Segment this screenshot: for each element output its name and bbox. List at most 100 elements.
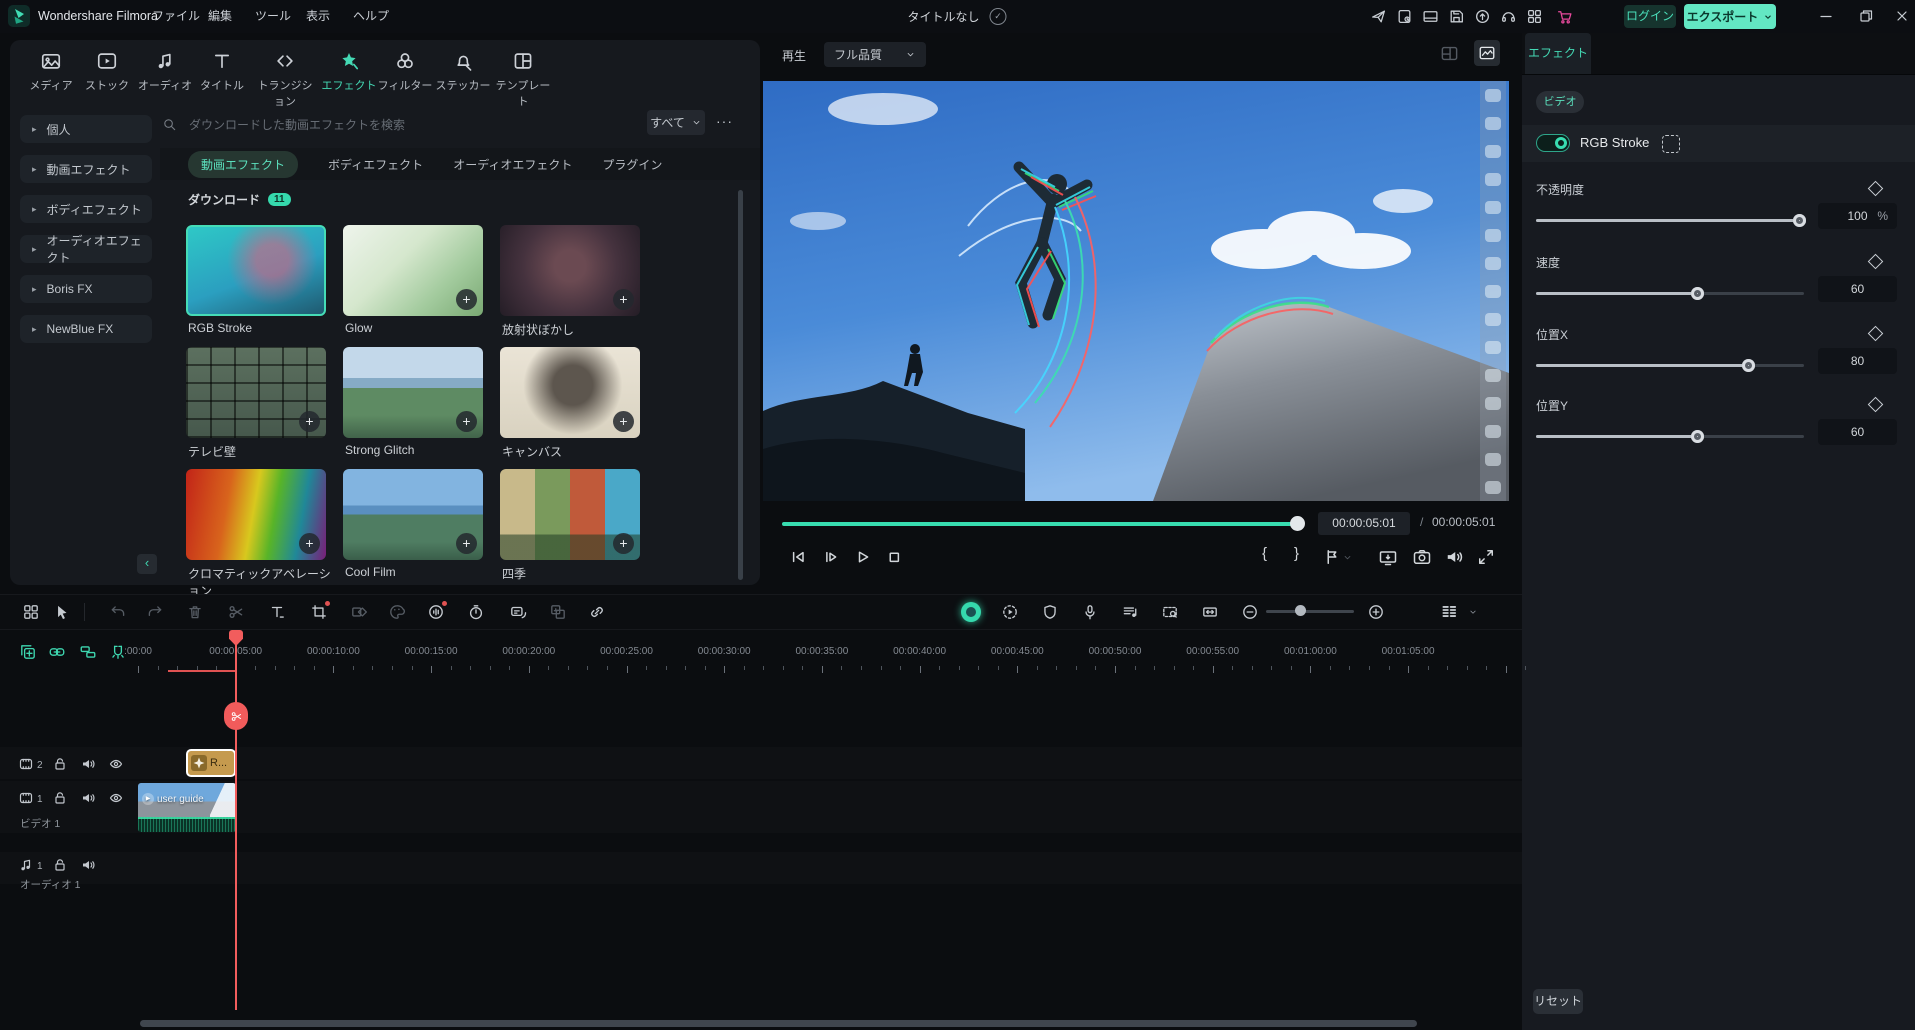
play-from-start-button[interactable] <box>820 547 840 567</box>
current-timecode[interactable]: 00:00:05:01 <box>1318 512 1410 535</box>
tab-effects[interactable]: エフェクト <box>317 50 381 93</box>
login-button[interactable]: ログイン <box>1624 5 1676 28</box>
effect-enable-toggle[interactable] <box>1536 134 1570 152</box>
timeline-zoom-handle[interactable] <box>1295 605 1306 616</box>
tab-transition[interactable]: トランジション <box>253 50 317 109</box>
record-voiceover-icon[interactable] <box>1081 603 1099 621</box>
position-y-slider[interactable] <box>1536 430 1804 443</box>
menu-view[interactable]: 表示 <box>294 0 342 33</box>
add-effect-button[interactable]: + <box>299 533 320 554</box>
lock-icon[interactable] <box>52 857 68 873</box>
search-bar[interactable] <box>162 112 632 137</box>
close-button[interactable] <box>1894 8 1910 24</box>
previous-frame-button[interactable] <box>788 547 808 567</box>
marker-flag-button[interactable] <box>1322 547 1342 567</box>
playhead-handle[interactable] <box>229 630 243 646</box>
upload-icon[interactable] <box>1474 8 1491 25</box>
category-body-effects[interactable]: ボディエフェクト <box>328 156 423 173</box>
lock-icon[interactable] <box>52 790 68 806</box>
search-input[interactable] <box>187 117 571 133</box>
apps-grid-icon[interactable] <box>1526 8 1543 25</box>
sidebar-item-borisfx[interactable]: ▸ Boris FX <box>20 275 152 303</box>
split-scissors-icon[interactable] <box>227 603 245 621</box>
delete-icon[interactable] <box>186 603 204 621</box>
support-headset-icon[interactable] <box>1500 8 1517 25</box>
visibility-eye-icon[interactable] <box>108 756 124 772</box>
quality-dropdown[interactable]: フル品質 <box>824 42 926 67</box>
track-manager-icon[interactable] <box>1440 603 1458 621</box>
frame-preview-icon[interactable] <box>1161 603 1179 621</box>
add-effect-button[interactable]: + <box>613 289 634 310</box>
media-type-pill[interactable]: ビデオ <box>1536 91 1584 113</box>
keyframe-diamond-icon[interactable] <box>1868 397 1884 413</box>
timeline-horizontal-scrollbar[interactable] <box>140 1020 1417 1027</box>
opacity-value[interactable]: 100% <box>1818 203 1897 229</box>
render-preview-toggle[interactable] <box>961 602 981 622</box>
export-button[interactable]: エクスポート <box>1684 4 1776 29</box>
collapse-sidebar-button[interactable]: ‹ <box>137 554 157 574</box>
beat-detection-icon[interactable] <box>1121 603 1139 621</box>
keyframe-diamond-icon[interactable] <box>1868 326 1884 342</box>
filter-dropdown[interactable]: すべて <box>647 110 705 135</box>
link-tool-icon[interactable] <box>588 603 606 621</box>
video-clip[interactable]: ▶ user guide <box>138 783 236 832</box>
mute-speaker-icon[interactable] <box>80 857 96 873</box>
sidebar-item-body-effects[interactable]: ▸ ボディエフェクト <box>20 195 152 223</box>
cart-icon[interactable] <box>1556 8 1573 25</box>
tab-templates[interactable]: テンプレート <box>491 50 555 109</box>
marquee-select-icon[interactable] <box>1662 135 1680 153</box>
more-options-button[interactable]: ··· <box>716 110 733 135</box>
effect-tile-cool-film[interactable]: + <box>343 469 483 560</box>
tab-effect-properties[interactable]: エフェクト <box>1525 33 1591 74</box>
tab-stock[interactable]: ストック <box>75 50 139 93</box>
timeline[interactable]: :00:0000:00:05:0000:00:10:0000:00:15:000… <box>0 630 1522 1030</box>
playhead-line[interactable] <box>235 634 237 1010</box>
tab-filters[interactable]: フィルター <box>373 50 437 93</box>
share-icon[interactable] <box>1370 8 1387 25</box>
effect-tile-four-seasons[interactable]: + <box>500 469 640 560</box>
reset-button[interactable]: リセット <box>1533 989 1583 1014</box>
fullscreen-button[interactable] <box>1476 547 1496 567</box>
add-effect-button[interactable]: + <box>456 411 477 432</box>
add-effect-button[interactable]: + <box>613 533 634 554</box>
timeline-zoom-slider[interactable] <box>1266 610 1354 613</box>
position-y-value[interactable]: 60 <box>1818 419 1897 445</box>
effect-tile-canvas[interactable]: + <box>500 347 640 438</box>
display-icon[interactable] <box>1422 8 1439 25</box>
auto-ripple-icon[interactable] <box>79 643 97 661</box>
add-effect-button[interactable]: + <box>456 289 477 310</box>
menu-help[interactable]: ヘルプ <box>341 0 401 33</box>
app-logo-icon[interactable] <box>8 5 30 27</box>
color-palette-icon[interactable] <box>388 603 406 621</box>
tab-media[interactable]: メディア <box>19 50 83 93</box>
minimize-button[interactable] <box>1818 8 1834 24</box>
insert-to-timeline-icon[interactable] <box>19 643 37 661</box>
mark-out-button[interactable]: } <box>1294 545 1299 562</box>
effect-tile-chromatic-aberration[interactable]: + <box>186 469 326 560</box>
tab-title[interactable]: タイトル <box>190 50 254 93</box>
render-progress-icon[interactable] <box>1001 603 1019 621</box>
mask-icon[interactable] <box>350 603 368 621</box>
tab-audio[interactable]: オーディオ <box>133 50 197 93</box>
chevron-down-icon[interactable] <box>1468 607 1478 617</box>
effects-scrollbar[interactable] <box>738 190 743 580</box>
speed-slider[interactable] <box>1536 287 1804 300</box>
lock-icon[interactable] <box>52 756 68 772</box>
audio-ai-icon[interactable] <box>427 603 445 621</box>
stop-button[interactable] <box>884 547 904 567</box>
mute-speaker-icon[interactable] <box>80 756 96 772</box>
category-plugins[interactable]: プラグイン <box>602 156 662 173</box>
category-video-effects[interactable]: 動画エフェクト <box>188 151 298 178</box>
tab-stickers[interactable]: ステッカー <box>431 50 495 93</box>
opacity-slider[interactable] <box>1536 214 1804 227</box>
sidebar-item-newbluefx[interactable]: ▸ NewBlue FX <box>20 315 152 343</box>
preview-layout-icon[interactable] <box>1440 44 1459 63</box>
restore-button[interactable] <box>1858 8 1874 24</box>
category-audio-effects[interactable]: オーディオエフェクト <box>453 156 572 173</box>
keyframe-diamond-icon[interactable] <box>1868 254 1884 270</box>
marker-shield-icon[interactable] <box>1041 603 1059 621</box>
effect-clip[interactable]: R... <box>186 749 236 777</box>
effect-tile-strong-glitch[interactable]: + <box>343 347 483 438</box>
redo-icon[interactable] <box>146 603 164 621</box>
play-button[interactable] <box>852 547 872 567</box>
